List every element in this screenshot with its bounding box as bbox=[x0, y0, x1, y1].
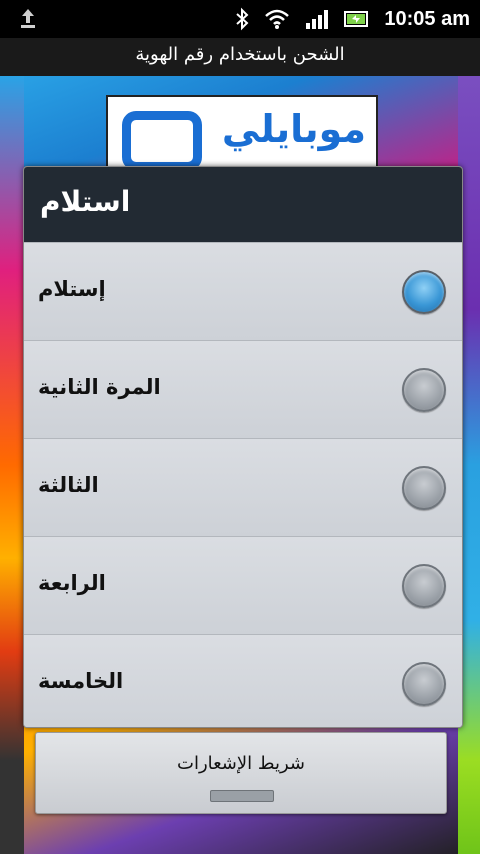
radio-button[interactable] bbox=[402, 466, 446, 510]
wallpaper-left-edge bbox=[0, 76, 24, 854]
wifi-icon bbox=[265, 9, 290, 29]
option-label: الثالثة bbox=[38, 473, 99, 497]
bluetooth-icon bbox=[236, 7, 249, 31]
radio-button[interactable] bbox=[402, 662, 446, 706]
notification-bar-button[interactable]: شريط الإشعارات bbox=[35, 732, 447, 814]
option-row[interactable]: الثالثة bbox=[24, 438, 462, 536]
drag-handle-icon bbox=[210, 790, 274, 802]
battery-charging-icon bbox=[344, 11, 369, 27]
radio-button[interactable] bbox=[402, 368, 446, 412]
radio-button[interactable] bbox=[402, 564, 446, 608]
option-label: إستلام bbox=[38, 277, 106, 301]
logo-shape bbox=[122, 111, 202, 167]
app-title-bar: الشحن باستخدام رقم الهوية bbox=[0, 38, 480, 76]
option-label: الرابعة bbox=[38, 571, 106, 595]
signal-icon bbox=[306, 10, 329, 29]
logo-text: موبايلي bbox=[221, 107, 366, 151]
dialog-header: استلام bbox=[24, 167, 462, 242]
status-bar: 10:05 am bbox=[0, 0, 480, 38]
notification-bar-label: شريط الإشعارات bbox=[177, 753, 305, 774]
dialog-title: استلام bbox=[40, 185, 131, 218]
radio-button-selected[interactable] bbox=[402, 270, 446, 314]
status-time: 10:05 am bbox=[384, 7, 470, 30]
option-row[interactable]: المرة الثانية bbox=[24, 340, 462, 438]
app-title: الشحن باستخدام رقم الهوية bbox=[135, 44, 345, 65]
option-label: المرة الثانية bbox=[38, 375, 161, 399]
options-dialog: استلام إستلام المرة الثانية الثالثة الرا… bbox=[23, 166, 463, 728]
mobily-logo: موبايلي bbox=[106, 95, 378, 169]
option-label: الخامسة bbox=[38, 669, 124, 693]
usb-icon bbox=[21, 9, 35, 28]
option-row[interactable]: الخامسة bbox=[24, 634, 462, 727]
option-row[interactable]: الرابعة bbox=[24, 536, 462, 634]
status-icons: 10:05 am bbox=[234, 0, 470, 38]
option-row[interactable]: إستلام bbox=[24, 242, 462, 340]
